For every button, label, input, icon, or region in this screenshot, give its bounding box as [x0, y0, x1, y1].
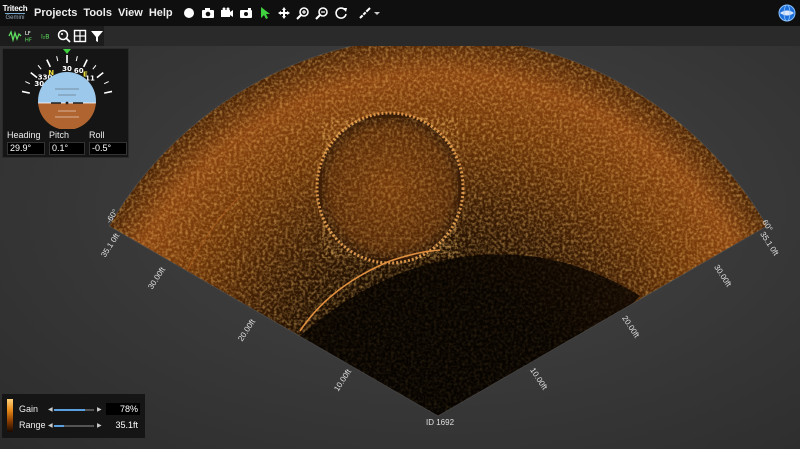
pitch-value: 0.1° [49, 142, 85, 155]
menu-view[interactable]: View [118, 7, 143, 19]
compass-tick [103, 81, 109, 85]
view-toolbar: LF HF I₂B [0, 26, 104, 46]
gain-slider-fill [54, 409, 86, 411]
mode-label: I₂B [41, 34, 49, 41]
logo-text: Tritech [2, 4, 28, 13]
compass-tick [96, 72, 104, 79]
frequency-toggle[interactable]: LF HF [24, 28, 38, 44]
logo-subtext: Gemini [5, 13, 25, 21]
range-decrease-icon[interactable]: ◀ [48, 422, 53, 429]
gain-slider[interactable] [54, 409, 94, 411]
video-icon[interactable] [219, 5, 235, 21]
compass-tick-label: 30 [62, 65, 72, 73]
range-slider-fill [54, 425, 64, 427]
record-icon[interactable] [181, 5, 197, 21]
sonar-echo-layer [109, 46, 767, 417]
mode-toggle[interactable]: I₂B [41, 28, 55, 44]
camera-icon[interactable] [200, 5, 216, 21]
gain-increase-icon[interactable]: ▶ [97, 406, 102, 413]
color-scale-bar [7, 399, 13, 432]
compass-tick [25, 81, 31, 85]
sonar-id-label: ID 1692 [426, 418, 455, 427]
compass-tick [75, 56, 78, 62]
range-value: 35.1ft [115, 420, 138, 430]
zoom-out-icon[interactable] [314, 5, 330, 21]
zoom-in-icon[interactable] [295, 5, 311, 21]
menu-projects[interactable]: Projects [34, 7, 77, 19]
tritech-logo: Tritech Gemini [2, 2, 28, 24]
waveform-icon[interactable] [8, 28, 22, 44]
menu-tools[interactable]: Tools [83, 7, 112, 19]
compass-tick [21, 90, 30, 94]
range-slider[interactable] [54, 425, 94, 427]
compass-tick [92, 64, 97, 70]
gain-label: Gain [19, 404, 39, 414]
filter-icon[interactable] [90, 28, 104, 44]
roll-label: Roll [89, 130, 105, 140]
compass-tick [37, 64, 42, 70]
pitch-label: Pitch [49, 130, 70, 140]
move-icon[interactable] [276, 5, 292, 21]
heading-value: 29.9° [7, 142, 45, 155]
gain-value: 78% [106, 403, 140, 415]
compass-tick [56, 56, 59, 62]
range-label: Range [19, 420, 46, 430]
attitude-indicator: 330N30 60 E1130 [21, 49, 113, 129]
reset-view-icon[interactable] [333, 5, 349, 21]
palette-icon[interactable] [57, 28, 71, 44]
compass-tick [82, 59, 88, 68]
heading-pointer-icon [63, 49, 71, 54]
compass-tick [46, 59, 52, 68]
lf-label: LF [25, 31, 31, 37]
heading-label: Heading [7, 130, 41, 140]
pointer-icon[interactable] [257, 5, 273, 21]
gain-range-panel: Gain ◀ ▶ 78% Range ◀ ▶ 35.1ft [2, 394, 145, 438]
compass-tick [104, 90, 113, 94]
measure-icon[interactable] [357, 5, 373, 21]
gain-decrease-icon[interactable]: ◀ [48, 406, 53, 413]
grid-icon[interactable] [73, 28, 87, 44]
menu-help[interactable]: Help [149, 7, 173, 19]
attitude-panel: 330 N 30 60 E 11 30 Heading Pitch Roll 29.9° 0… [2, 48, 129, 158]
compass-tick [30, 72, 38, 79]
globe-icon[interactable] [778, 4, 796, 22]
menu-bar: Tritech Gemini Projects Tools View Help [0, 0, 800, 26]
roll-value: -0.5° [89, 142, 127, 155]
hf-label: HF [25, 37, 32, 43]
snapshot-icon[interactable] [238, 5, 254, 21]
range-increase-icon[interactable]: ▶ [97, 422, 102, 429]
chevron-down-icon[interactable] [373, 5, 381, 21]
